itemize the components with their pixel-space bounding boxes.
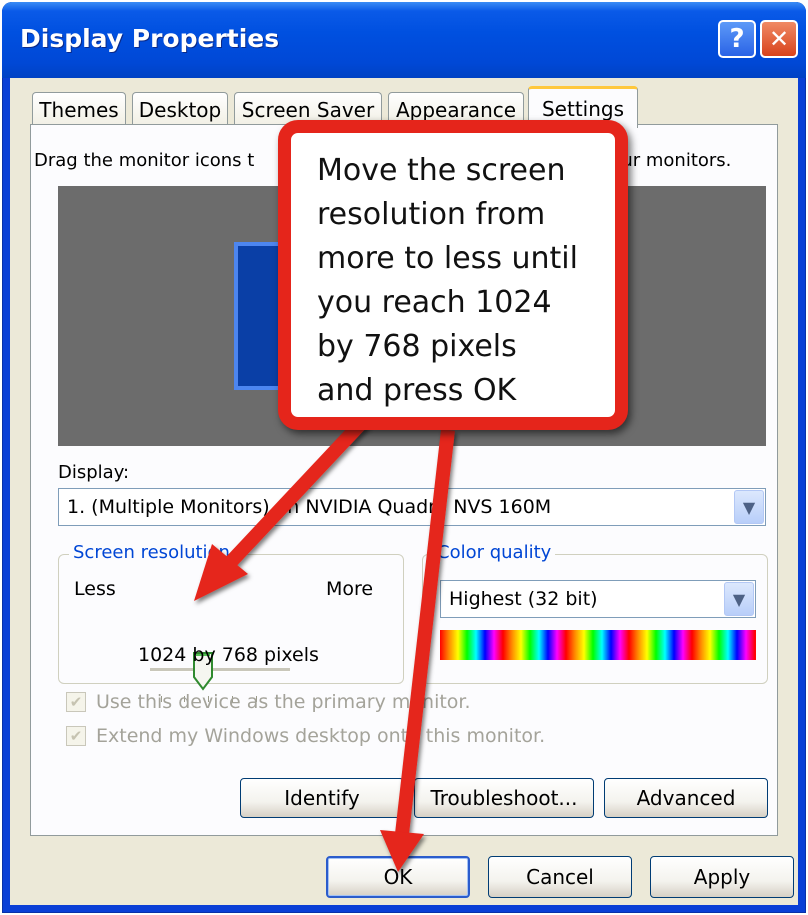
- advanced-button[interactable]: Advanced: [604, 778, 768, 818]
- display-select-value: 1. (Multiple Monitors) on NVIDIA Quadro …: [67, 496, 552, 518]
- callout-line: more to less until: [317, 241, 578, 276]
- resolution-value: 1024 by 768 pixels: [138, 644, 319, 666]
- title-bar[interactable]: Display Properties ? ✕: [2, 2, 806, 78]
- color-quality-select[interactable]: Highest (32 bit) ▼: [440, 580, 756, 618]
- chevron-down-icon[interactable]: ▼: [724, 582, 754, 616]
- display-label: Display:: [58, 462, 130, 483]
- tab-themes[interactable]: Themes: [32, 92, 126, 126]
- ok-button[interactable]: OK: [326, 856, 470, 898]
- chevron-down-icon[interactable]: ▼: [734, 490, 764, 524]
- question-mark-icon: ?: [729, 24, 745, 54]
- checkmark-icon[interactable]: ✔: [66, 726, 86, 746]
- color-quality-label: Color quality: [433, 542, 556, 563]
- callout-line: by 768 pixels: [317, 329, 517, 364]
- identify-button[interactable]: Identify: [240, 778, 404, 818]
- callout-line: you reach 1024: [317, 285, 552, 320]
- extend-desktop-label: Extend my Windows desktop onto this moni…: [96, 725, 546, 747]
- callout-line: Move the screen: [317, 153, 566, 188]
- color-spectrum-preview: [440, 630, 756, 660]
- checkmark-icon[interactable]: ✔: [66, 692, 86, 712]
- slider-less-label: Less: [74, 578, 116, 600]
- screen-resolution-label: Screen resolution: [69, 542, 234, 563]
- help-button[interactable]: ?: [718, 20, 756, 58]
- close-icon: ✕: [768, 25, 790, 53]
- close-button[interactable]: ✕: [760, 20, 798, 58]
- callout-line: and press OK: [317, 373, 517, 408]
- extend-desktop-checkbox[interactable]: ✔ Extend my Windows desktop onto this mo…: [66, 724, 545, 748]
- tab-desktop[interactable]: Desktop: [132, 92, 228, 126]
- instruction-text-start: Drag the monitor icons t: [34, 150, 255, 171]
- color-quality-value: Highest (32 bit): [449, 588, 598, 610]
- callout-line: resolution from: [317, 197, 546, 232]
- resolution-slider-track[interactable]: [150, 668, 290, 672]
- primary-monitor-label: Use this device as the primary monitor.: [96, 691, 471, 713]
- display-select[interactable]: 1. (Multiple Monitors) on NVIDIA Quadro …: [58, 488, 766, 526]
- primary-monitor-checkbox[interactable]: ✔ Use this device as the primary monitor…: [66, 690, 471, 714]
- troubleshoot-button[interactable]: Troubleshoot...: [414, 778, 594, 818]
- apply-button[interactable]: Apply: [650, 856, 794, 898]
- window-title: Display Properties: [20, 24, 280, 53]
- cancel-button[interactable]: Cancel: [488, 856, 632, 898]
- instruction-text-end: our monitors.: [610, 150, 732, 171]
- slider-more-label: More: [326, 578, 374, 600]
- color-quality-group: Color quality: [422, 542, 768, 684]
- instruction-callout: Move the screen resolution from more to …: [278, 120, 628, 430]
